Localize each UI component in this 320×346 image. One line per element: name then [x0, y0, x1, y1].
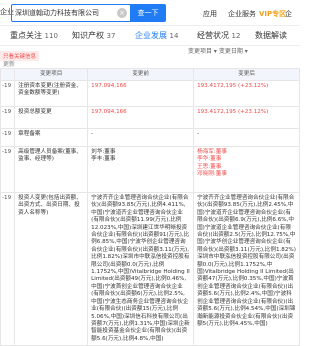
nav-app[interactable]: 应用: [203, 9, 217, 19]
change-records-table: 变更项目 变更前 变更后 -19 注册资本变更(注册资金、资金数额等变更) 19…: [0, 68, 300, 346]
before-text: 宁波齐齐企业管理咨询合伙企业(有限合伙)(出资额93.85(万元),比例4.41…: [87, 191, 195, 346]
tab-data-insight[interactable]: 数据解读: [255, 30, 287, 41]
top-bar: 企业 深圳道翰动力科技有限公司 × 查一下 应用 企业服务 VIP专区 企: [0, 0, 300, 26]
after-text: 杨海军:董事 李华:董事 王思:董事 邓晓刚:董事: [193, 146, 300, 193]
tab-operations[interactable]: 经营状况 12: [197, 30, 240, 41]
col-item: 变更项目: [14, 68, 89, 81]
section-tabs: 重点关注 110 知识产权 37 企业发展 14 经营状况 12 数据解读: [0, 26, 300, 72]
nav-ent[interactable]: 企: [285, 9, 292, 19]
col-after: 变更后: [193, 68, 300, 81]
tab-development[interactable]: 企业发展 14: [135, 30, 178, 41]
tab-key-focus[interactable]: 重点关注 110: [10, 30, 58, 41]
table-row: -19 章程备案 - -: [0, 128, 300, 147]
sort-toolbar[interactable]: 变更项目 ▾ 变更日期 ▾: [188, 46, 248, 55]
nav-enterprise-service[interactable]: 企业服务: [228, 9, 256, 19]
col-num: [0, 68, 16, 81]
col-before: 变更前: [87, 68, 195, 81]
nav-vip[interactable]: VIP专区: [259, 9, 286, 19]
before-text: 刘华:董事 李丰:董事: [87, 146, 195, 193]
clear-icon[interactable]: ×: [117, 8, 127, 18]
tab-ip[interactable]: 知识产权 37: [72, 30, 115, 41]
table-row: -19 注册资本变更(注册资金、资金数额等变更) 197.094,166 193…: [0, 80, 300, 107]
update-label: 更新: [3, 61, 16, 68]
search-button[interactable]: 查一下: [130, 4, 166, 22]
after-text: 宁波齐齐企业管理咨询合伙企业(有限合伙)(出资额93.85(万元),比例2.45…: [193, 191, 300, 346]
table-row: -19 投资人变更(包括出资额、出资方式、出资日期、投资人名称等) 宁波齐齐企业…: [0, 191, 300, 346]
table-row: -19 高级管理人员备案(董事、监事、经理等) 刘华:董事 李丰:董事 杨海军:…: [0, 146, 300, 193]
table-row: -19 投资总额变更 197.094,166 193.4172,195 (+23…: [0, 106, 300, 129]
